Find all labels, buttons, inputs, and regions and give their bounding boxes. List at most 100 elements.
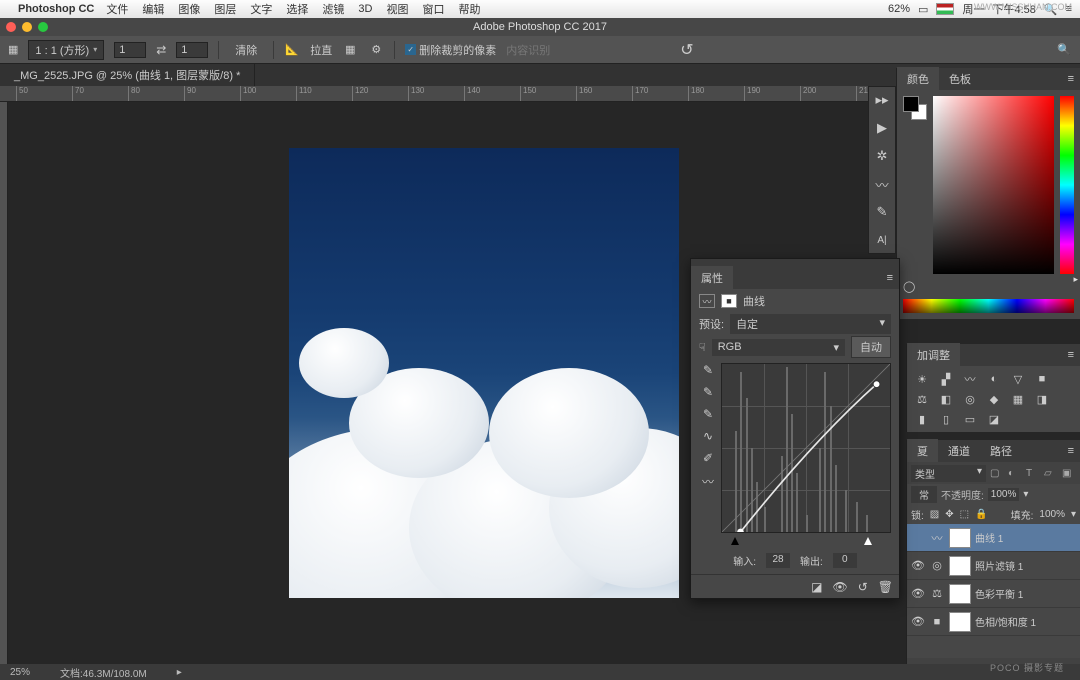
menu-image[interactable]: 图像 <box>178 1 200 17</box>
hue-slider[interactable] <box>1060 96 1074 274</box>
curves-graph[interactable] <box>721 363 891 533</box>
tab-channels[interactable]: 通道 <box>938 439 980 463</box>
dock-play-icon[interactable]: ▶ <box>873 119 891 137</box>
filter-type-icon[interactable]: T <box>1026 468 1040 479</box>
dock-expand-icon[interactable]: ▸▸ <box>873 91 891 109</box>
document-tab[interactable]: _MG_2525.JPG @ 25% (曲线 1, 图层蒙版/8) * <box>0 64 255 86</box>
menu-filter[interactable]: 滤镜 <box>322 1 344 17</box>
input-value[interactable]: 28 <box>766 553 790 568</box>
layer-row[interactable]: 👁 ⚖ 色彩平衡 1 <box>907 580 1080 608</box>
posterize-icon[interactable]: ▮ <box>913 412 931 426</box>
color-panel-menu-icon[interactable]: ≡ <box>1062 73 1080 85</box>
filter-shape-icon[interactable]: ▱ <box>1044 468 1058 479</box>
glyphs-icon[interactable]: A| <box>873 231 891 249</box>
filter-adj-icon[interactable]: ◐ <box>1008 468 1022 479</box>
layer-mask-thumb[interactable] <box>949 528 971 548</box>
menu-view[interactable]: 视图 <box>386 1 408 17</box>
auto-button[interactable]: 自动 <box>851 336 891 358</box>
lock-artboard-icon[interactable]: ⬚ <box>960 509 969 520</box>
tab-layers[interactable]: 夏 <box>907 439 938 463</box>
filter-smart-icon[interactable]: ▣ <box>1062 468 1076 479</box>
menu-edit[interactable]: 编辑 <box>142 1 164 17</box>
maximize-window-button[interactable] <box>38 22 48 32</box>
document-canvas[interactable] <box>289 148 679 598</box>
threshold-icon[interactable]: ▯ <box>937 412 955 426</box>
menu-type[interactable]: 文字 <box>250 1 272 17</box>
color-field[interactable] <box>933 96 1054 274</box>
channel-select[interactable]: RGB▾ <box>712 339 845 356</box>
tab-swatches[interactable]: 色板 <box>939 67 981 91</box>
brush-icon[interactable]: 〰 <box>873 175 891 193</box>
layer-name[interactable]: 曲线 1 <box>975 530 1076 545</box>
toggle-visibility-icon[interactable]: 👁 <box>832 580 847 594</box>
eyedropper-white-icon[interactable]: ✎ <box>703 407 713 421</box>
vibrance-icon[interactable]: ▽ <box>1009 372 1027 386</box>
layer-filter-select[interactable]: 类型▾ <box>911 465 986 482</box>
adjustments-menu-icon[interactable]: ≡ <box>1062 349 1080 361</box>
eyedropper-black-icon[interactable]: ✎ <box>703 363 713 377</box>
curve-draw-tool-icon[interactable]: ✐ <box>703 451 713 465</box>
reset-crop-icon[interactable]: ↺ <box>680 40 693 60</box>
menu-window[interactable]: 窗口 <box>422 1 444 17</box>
status-zoom[interactable]: 25% <box>10 667 30 678</box>
fill-value[interactable]: 100% <box>1039 509 1065 520</box>
layer-row[interactable]: 〰 曲线 1 <box>907 524 1080 552</box>
paths-icon[interactable]: ✎ <box>873 203 891 221</box>
layer-row[interactable]: 👁 ◎ 照片滤镜 1 <box>907 552 1080 580</box>
minimize-window-button[interactable] <box>22 22 32 32</box>
color-balance-icon[interactable]: ⚖ <box>913 392 931 406</box>
tab-adjustments[interactable]: 加调整 <box>907 343 960 367</box>
lut-icon[interactable]: ▦ <box>1009 392 1027 406</box>
channel-mixer-icon[interactable]: ◆ <box>985 392 1003 406</box>
opacity-value[interactable]: 100% <box>988 488 1020 501</box>
menu-file[interactable]: 文件 <box>106 1 128 17</box>
crop-height-input[interactable]: 1 <box>176 42 208 58</box>
history-icon[interactable]: ✲ <box>873 147 891 165</box>
close-window-button[interactable] <box>6 22 16 32</box>
menu-layer[interactable]: 图层 <box>214 1 236 17</box>
layer-name[interactable]: 色相/饱和度 1 <box>975 614 1076 629</box>
straighten-icon[interactable]: 📐 <box>284 42 300 58</box>
selective-color-icon[interactable]: ◪ <box>985 412 1003 426</box>
brightness-icon[interactable]: ☀ <box>913 372 931 386</box>
exposure-icon[interactable]: ◐ <box>985 372 1003 386</box>
status-docinfo[interactable]: 文档:46.3M/108.0M <box>60 665 147 680</box>
menu-3d[interactable]: 3D <box>358 3 372 15</box>
gradient-map-icon[interactable]: ▭ <box>961 412 979 426</box>
blend-mode-select[interactable]: 常 <box>911 486 937 503</box>
curves-icon[interactable]: 〰 <box>961 372 979 386</box>
reset-adjustment-icon[interactable]: ↺ <box>858 580 868 594</box>
layer-name[interactable]: 照片滤镜 1 <box>975 558 1076 573</box>
crop-tool-icon[interactable]: ▦ <box>8 43 18 56</box>
delete-cropped-checkbox[interactable]: ✓删除裁剪的像素 <box>405 42 496 58</box>
photo-filter-icon[interactable]: ◎ <box>961 392 979 406</box>
tab-properties[interactable]: 属性 <box>691 266 733 290</box>
crop-width-input[interactable]: 1 <box>114 42 146 58</box>
tab-color[interactable]: 颜色 <box>897 67 939 91</box>
foreground-color[interactable] <box>903 96 919 112</box>
layers-menu-icon[interactable]: ≡ <box>1062 445 1080 457</box>
on-image-tool-icon[interactable]: ☟ <box>699 341 706 354</box>
app-name[interactable]: Photoshop CC <box>18 3 94 15</box>
layer-mask-thumb[interactable] <box>949 556 971 576</box>
crop-options-icon[interactable]: ⚙ <box>368 42 384 58</box>
hue-sat-icon[interactable]: ■ <box>1033 372 1051 386</box>
menu-help[interactable]: 帮助 <box>458 1 480 17</box>
layer-mask-thumb[interactable] <box>949 584 971 604</box>
eyedropper-small-icon[interactable]: ◯ <box>903 280 915 293</box>
output-value[interactable]: 0 <box>833 553 857 568</box>
lock-pixels-icon[interactable]: ▨ <box>930 509 939 520</box>
invert-icon[interactable]: ◨ <box>1033 392 1051 406</box>
tools-panel-collapsed[interactable] <box>0 102 8 664</box>
spectrum-bar[interactable]: ▸ <box>903 299 1074 313</box>
visibility-icon[interactable]: 👁 <box>911 587 925 600</box>
layer-row[interactable]: 👁 ■ 色相/饱和度 1 <box>907 608 1080 636</box>
lock-all-icon[interactable]: 🔒 <box>975 509 987 520</box>
curve-smooth-icon[interactable]: 〰 <box>702 473 714 490</box>
input-flag-icon[interactable] <box>936 3 954 15</box>
swap-dimensions-icon[interactable]: ⇄ <box>156 43 166 57</box>
clear-button[interactable]: 清除 <box>229 40 263 60</box>
clip-to-layer-icon[interactable]: ◪ <box>811 580 822 594</box>
properties-menu-icon[interactable]: ≡ <box>881 272 899 284</box>
overlay-grid-icon[interactable]: ▦ <box>342 42 358 58</box>
